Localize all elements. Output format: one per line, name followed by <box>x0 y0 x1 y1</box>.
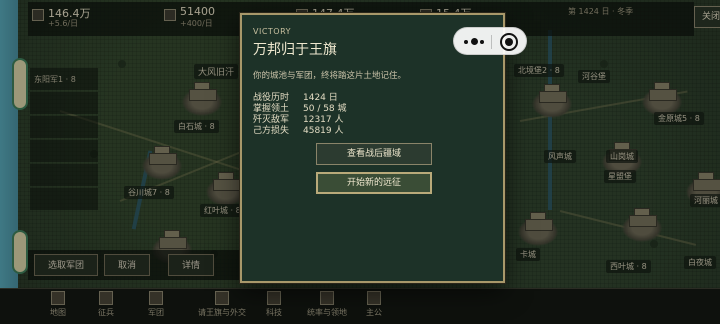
capsule-divider <box>491 35 492 49</box>
stat-row: 己方损失 45819 人 <box>253 126 347 137</box>
victory-tag: VICTORY <box>253 27 292 36</box>
stat-value: 45819 人 <box>303 126 344 136</box>
stat-row: 歼灭敌军 12317 人 <box>253 115 347 126</box>
exit-target-icon[interactable] <box>500 33 518 51</box>
stat-row: 战役历时 1424 日 <box>253 93 347 104</box>
stat-value: 1424 日 <box>303 93 338 103</box>
more-icon[interactable] <box>464 37 486 47</box>
stat-value: 12317 人 <box>303 115 344 125</box>
dialog-title: 万邦归于王旗 <box>253 42 337 58</box>
dialog-description: 你的城池与军团，终将踏这片土地记住。 <box>253 71 407 81</box>
stat-row: 掌握领土 50 / 58 城 <box>253 104 347 115</box>
new-campaign-button[interactable]: 开始新的远征 <box>316 172 432 194</box>
stat-label: 战役历时 <box>253 93 290 103</box>
stat-label: 掌握领土 <box>253 104 290 114</box>
stat-label: 歼灭敌军 <box>253 115 290 125</box>
view-territory-button[interactable]: 查看战后疆域 <box>316 143 432 165</box>
stats-list: 战役历时 1424 日 掌握领土 50 / 58 城 歼灭敌军 12317 人 己方损… <box>253 93 347 137</box>
stat-label: 己方损失 <box>253 126 290 136</box>
stat-value: 50 / 58 城 <box>303 104 347 114</box>
mini-program-capsule <box>453 27 527 55</box>
